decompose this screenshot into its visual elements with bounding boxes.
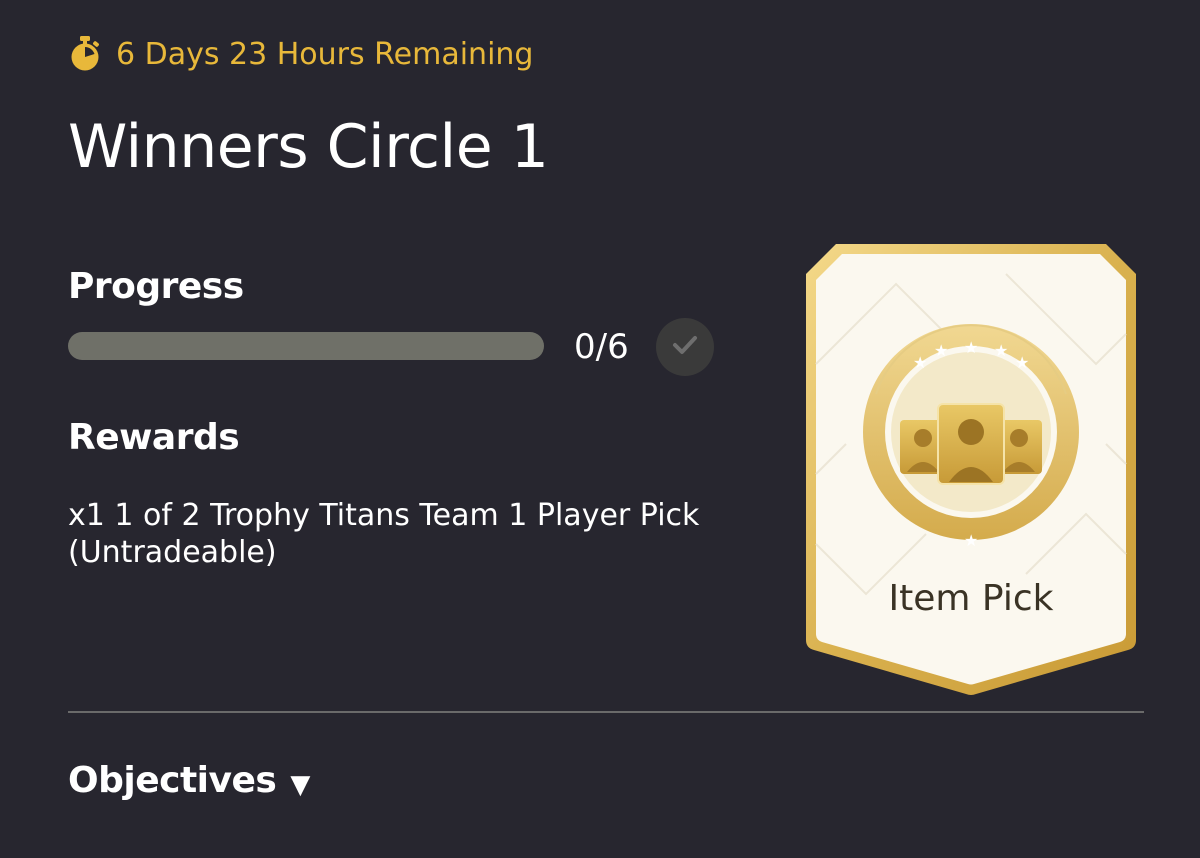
progress-bar [68, 332, 544, 360]
reward-card-art: ★ ★ ★ ★ ★ ★ [806, 244, 1136, 695]
section-divider [68, 711, 1144, 713]
completion-badge [656, 318, 714, 376]
progress-heading: Progress [68, 266, 244, 307]
objectives-toggle[interactable]: Objectives ▼ [68, 760, 310, 801]
svg-text:★: ★ [1015, 353, 1029, 372]
svg-text:★: ★ [934, 341, 948, 360]
svg-text:★: ★ [964, 531, 978, 550]
stopwatch-icon [68, 36, 102, 72]
reward-card[interactable]: ★ ★ ★ ★ ★ ★ Item Pick [806, 244, 1136, 696]
time-remaining-text: 6 Days 23 Hours Remaining [116, 36, 534, 72]
checkmark-icon [670, 330, 700, 364]
progress-count: 0/6 [574, 327, 629, 367]
svg-text:★: ★ [964, 338, 978, 357]
objectives-label: Objectives [68, 760, 277, 801]
svg-text:★: ★ [994, 341, 1008, 360]
page-title: Winners Circle 1 [68, 112, 549, 182]
reward-card-label: Item Pick [888, 578, 1054, 619]
svg-text:★: ★ [913, 353, 927, 372]
time-remaining: 6 Days 23 Hours Remaining [68, 33, 533, 75]
rewards-heading: Rewards [68, 417, 240, 458]
chevron-down-icon: ▼ [290, 769, 311, 800]
reward-description: x1 1 of 2 Trophy Titans Team 1 Player Pi… [68, 498, 700, 570]
